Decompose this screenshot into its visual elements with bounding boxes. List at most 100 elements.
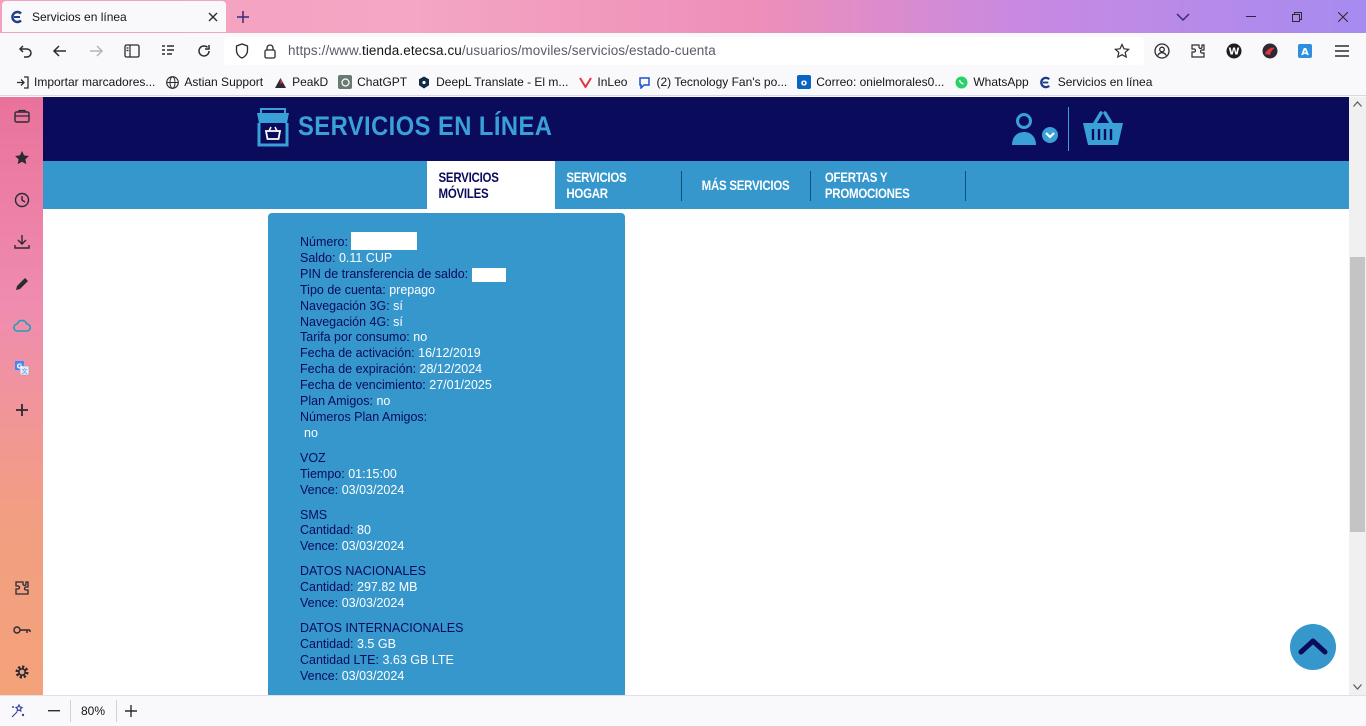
- close-window-icon[interactable]: [1320, 0, 1366, 33]
- scroll-to-top-button[interactable]: [1290, 624, 1336, 670]
- numeros-plan-amigos-value: no: [304, 425, 318, 440]
- site-brand-title[interactable]: SERVICIOS EN LÍNEA: [298, 111, 552, 142]
- expiracion-row: Fecha de expiración: 28/12/2024: [300, 362, 625, 378]
- header-divider: [1068, 107, 1069, 151]
- restore-icon[interactable]: [1274, 0, 1320, 33]
- zoom-in-icon[interactable]: [122, 702, 140, 720]
- menu-separator: [965, 171, 966, 201]
- bookmark-astian[interactable]: Astian Support: [160, 71, 268, 93]
- datos-internacionales-title: DATOS INTERNACIONALES: [300, 620, 464, 635]
- scrollbar-thumb[interactable]: [1350, 257, 1365, 532]
- navigation-toolbar: https://www.tienda.etecsa.cu/usuarios/mo…: [0, 33, 1366, 69]
- bookmark-label: (2) Tecnology Fan's po...: [656, 75, 788, 89]
- settings-gear-icon[interactable]: [11, 661, 33, 683]
- zoom-level[interactable]: 80%: [75, 704, 111, 718]
- cloud-icon[interactable]: [11, 315, 33, 337]
- new-tab-icon[interactable]: [232, 6, 254, 28]
- whatsapp-icon: [954, 75, 968, 89]
- import-icon: [15, 75, 29, 89]
- zoom-out-icon[interactable]: [45, 702, 63, 720]
- nav3g-value: sí: [393, 298, 403, 313]
- reload-icon[interactable]: [193, 40, 215, 62]
- translate-extension-icon[interactable]: A: [1294, 40, 1316, 62]
- close-tab-icon[interactable]: [208, 12, 218, 22]
- zoom-divider: [70, 700, 71, 722]
- list-all-tabs-icon[interactable]: [1172, 6, 1194, 28]
- bookmarks-toolbar: Importar marcadores... Astian Support Pe…: [0, 69, 1366, 96]
- expiracion-label: Fecha de expiración:: [300, 362, 417, 377]
- translate-sidebar-icon[interactable]: G文: [11, 357, 33, 379]
- app-menu-icon[interactable]: [1331, 40, 1353, 62]
- store-logo-icon[interactable]: [255, 107, 291, 149]
- vencimiento-row: Fecha de vencimiento: 27/01/2025: [300, 378, 625, 394]
- bookmark-star-icon[interactable]: [1113, 42, 1131, 60]
- account-icon[interactable]: [1151, 40, 1173, 62]
- bookmark-inleo[interactable]: InLeo: [573, 71, 632, 93]
- site-header: SERVICIOS EN LÍNEA: [43, 97, 1349, 161]
- history-clock-icon[interactable]: [11, 189, 33, 211]
- extension-red-icon[interactable]: [1259, 40, 1281, 62]
- menu-ofertas-promociones[interactable]: OFERTAS Y PROMOCIONES: [811, 161, 965, 209]
- bookmark-tecnology-fan[interactable]: (2) Tecnology Fan's po...: [632, 71, 792, 93]
- chevron-up-icon: [1298, 638, 1328, 655]
- shopping-basket-icon[interactable]: [1079, 107, 1127, 151]
- wordpress-extension-icon[interactable]: W: [1223, 40, 1245, 62]
- url-text[interactable]: https://www.tienda.etecsa.cu/usuarios/mo…: [288, 43, 716, 58]
- nav4g-value: sí: [393, 314, 403, 329]
- undo-close-tab-icon[interactable]: [14, 40, 36, 62]
- sms-vence-value: 03/03/2024: [341, 539, 405, 554]
- address-bar[interactable]: https://www.tienda.etecsa.cu/usuarios/mo…: [224, 37, 1144, 65]
- nav4g-label: Navegación 4G:: [300, 314, 390, 329]
- numero-label: Número:: [300, 235, 348, 249]
- user-account-dropdown[interactable]: [1003, 109, 1065, 149]
- menu-mas-servicios[interactable]: MÁS SERVICIOS: [682, 161, 810, 209]
- scroll-up-arrow-icon[interactable]: [1353, 101, 1362, 107]
- bookmark-servicios[interactable]: Servicios en línea: [1034, 71, 1158, 93]
- activacion-value: 16/12/2019: [418, 346, 481, 361]
- activacion-label: Fecha de activación:: [300, 346, 415, 361]
- bookmark-whatsapp[interactable]: WhatsApp: [949, 71, 1033, 93]
- datos-nacionales-section: DATOS NACIONALES Cantidad: 297.82 MB Ven…: [300, 564, 625, 612]
- vencimiento-value: 27/01/2025: [429, 378, 492, 393]
- lock-icon[interactable]: [262, 43, 278, 59]
- datos-nacionales-vence-value: 03/03/2024: [341, 596, 405, 611]
- datos-internacionales-section: DATOS INTERNACIONALES Cantidad: 3.5 GB C…: [300, 621, 625, 685]
- customize-icon[interactable]: [9, 702, 27, 720]
- voz-vence-label: Vence:: [300, 482, 339, 497]
- add-panel-icon[interactable]: [11, 399, 33, 421]
- downloads-icon[interactable]: [11, 231, 33, 253]
- zoom-divider: [116, 700, 117, 722]
- bookmarks-star-icon[interactable]: [11, 147, 33, 169]
- outlook-icon: o: [797, 75, 812, 89]
- wallet-icon[interactable]: [11, 105, 33, 127]
- back-icon[interactable]: [49, 40, 71, 62]
- url-path: /usuarios/moviles/servicios/estado-cuent…: [461, 43, 716, 58]
- menu-label: OFERTAS Y PROMOCIONES: [824, 169, 910, 201]
- browser-tab[interactable]: Servicios en línea: [2, 1, 226, 32]
- peakd-icon: [273, 75, 287, 89]
- minimize-icon[interactable]: [1228, 0, 1274, 33]
- bookmark-deepl[interactable]: DeepL Translate - El m...: [412, 71, 573, 93]
- sidebar-toggle-icon[interactable]: [121, 40, 143, 62]
- shield-icon[interactable]: [234, 43, 250, 59]
- sms-vence-label: Vence:: [300, 539, 339, 554]
- reader-list-icon[interactable]: [157, 40, 179, 62]
- extensions-icon[interactable]: [1187, 40, 1209, 62]
- forward-icon[interactable]: [85, 40, 107, 62]
- menu-servicios-moviles[interactable]: SERVICIOS MÓVILES: [427, 161, 555, 209]
- bookmark-label: Importar marcadores...: [34, 75, 156, 89]
- bookmark-label: ChatGPT: [357, 75, 408, 89]
- pen-icon[interactable]: [11, 273, 33, 295]
- bookmark-correo[interactable]: o Correo: onielmorales0...: [792, 71, 949, 93]
- saldo-row: Saldo: 0.11 CUP: [300, 251, 625, 267]
- sidebar-extensions-icon[interactable]: [11, 577, 33, 599]
- bookmark-label: InLeo: [597, 75, 628, 89]
- bookmark-chatgpt[interactable]: ChatGPT: [333, 71, 412, 93]
- scroll-down-arrow-icon[interactable]: [1353, 684, 1362, 690]
- passwords-key-icon[interactable]: [11, 619, 33, 641]
- zoom-bar: 80%: [0, 695, 1366, 726]
- menu-servicios-hogar[interactable]: SERVICIOS HOGAR: [555, 161, 681, 209]
- bookmark-import[interactable]: Importar marcadores...: [10, 71, 160, 93]
- bookmark-peakd[interactable]: PeakD: [268, 71, 333, 93]
- vertical-scrollbar[interactable]: [1349, 97, 1366, 695]
